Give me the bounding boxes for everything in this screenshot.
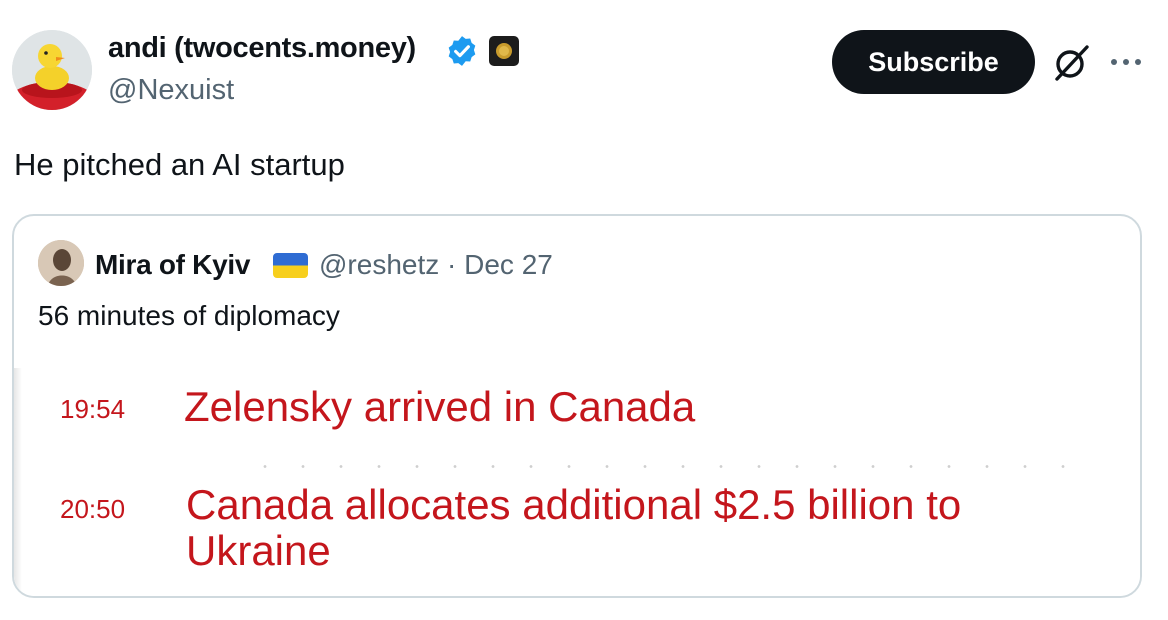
entry-headline: Canada allocates additional $2.5 billion… (186, 481, 962, 574)
more-options-icon[interactable] (1106, 44, 1146, 80)
author-avatar[interactable] (12, 30, 92, 110)
quote-author-name[interactable]: Mira of Kyiv (95, 249, 250, 281)
quote-author-avatar[interactable] (38, 240, 84, 286)
duck-avatar-image (12, 30, 92, 110)
subscribe-button[interactable]: Subscribe (832, 30, 1035, 94)
author-display-name[interactable]: andi (twocents.money) (108, 32, 416, 65)
entry-time: 19:54 (60, 394, 126, 424)
quoted-tweet-card[interactable]: Mira of Kyiv @reshetz · Dec 27 56 minute… (12, 214, 1142, 598)
quote-media-image[interactable]: 19:54 Zelensky arrived in Canada 20:50 C… (14, 368, 1140, 596)
image-edge (14, 368, 22, 596)
verified-badge-icon[interactable] (445, 34, 479, 68)
quote-handle-date: @reshetz · Dec 27 (319, 249, 553, 280)
grok-icon[interactable] (1051, 43, 1091, 83)
ukraine-flag-icon (273, 253, 308, 278)
dotted-divider (246, 465, 1076, 468)
author-handle[interactable]: @Nexuist (108, 74, 234, 107)
tweet-text: He pitched an AI startup (14, 147, 345, 182)
person-avatar-image (38, 240, 84, 286)
quote-text: 56 minutes of diplomacy (38, 300, 340, 331)
entry-headline: Zelensky arrived in Canada (184, 383, 696, 430)
affiliate-badge-icon[interactable] (489, 36, 519, 66)
entry-time: 20:50 (60, 494, 126, 524)
